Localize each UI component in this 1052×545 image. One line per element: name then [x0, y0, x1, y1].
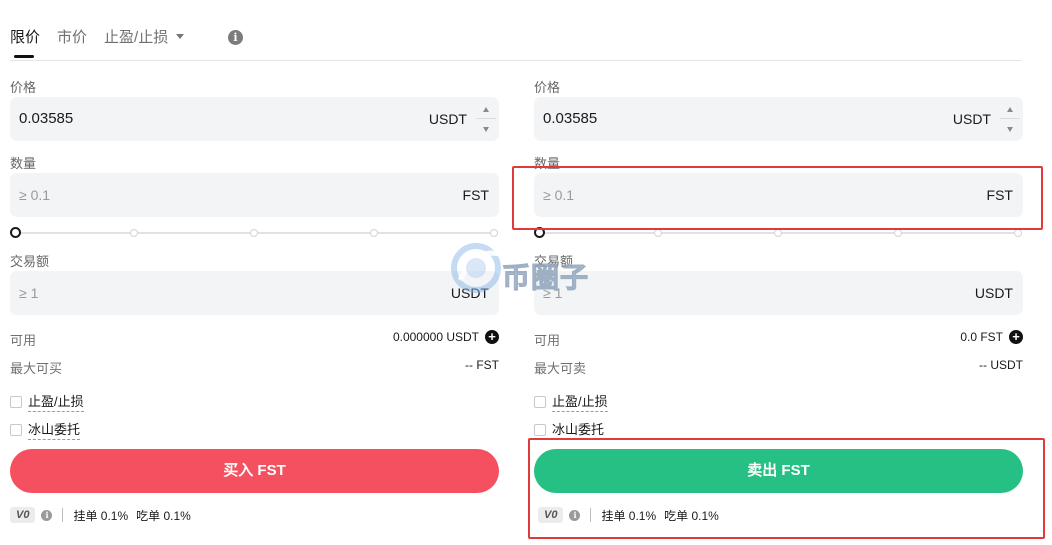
arrow-up-icon: [483, 106, 489, 112]
taker-fee: 吃单 0.1%: [136, 508, 191, 523]
slider-tick-75[interactable]: [370, 229, 378, 237]
fee-separator: [590, 508, 592, 522]
tpsl-checkbox[interactable]: 止盈/止损: [10, 391, 84, 412]
fee-separator: [62, 508, 64, 522]
amount-unit: FST: [986, 187, 1013, 203]
maker-fee: 挂单 0.1%: [601, 508, 657, 523]
total-input[interactable]: ≥ 1 USDT: [10, 271, 499, 315]
max-sell-label: 最大可卖: [534, 361, 587, 376]
fee-info: V0 i 挂单 0.1% 吃单 0.1%: [10, 506, 191, 524]
price-label: 价格: [534, 80, 561, 95]
checkbox-icon[interactable]: [10, 395, 22, 408]
slider-tick-50[interactable]: [250, 229, 258, 237]
price-stepper: [1000, 100, 1020, 138]
taker-fee: 吃单 0.1%: [664, 508, 719, 523]
price-stepper: [476, 100, 496, 138]
available-value: 0.000000 USDT: [392, 330, 479, 344]
fee-info: V0 i 挂单 0.1% 吃单 0.1%: [538, 506, 719, 524]
stepper-divider: [1000, 118, 1020, 119]
checkbox-icon[interactable]: [534, 423, 546, 436]
sell-button[interactable]: 卖出 FST: [534, 449, 1023, 493]
buy-button[interactable]: 买入 FST: [10, 449, 499, 493]
stepper-divider: [476, 118, 496, 119]
slider-handle[interactable]: [534, 227, 545, 238]
amount-placeholder: ≥ 0.1: [19, 187, 51, 203]
amount-slider[interactable]: [10, 226, 499, 240]
tpsl-checkbox-label: 止盈/止损: [28, 391, 84, 412]
max-buy-label: 最大可买: [10, 361, 63, 376]
amount-label: 数量: [534, 156, 561, 171]
vip-level-badge: V0: [10, 507, 36, 523]
available-label: 可用: [10, 333, 37, 348]
watermark-text: 币圈子: [501, 262, 590, 294]
iceberg-checkbox-label: 冰山委托: [28, 419, 81, 440]
slider-tick-100[interactable]: [490, 229, 498, 237]
slider-tick-25[interactable]: [130, 229, 138, 237]
iceberg-checkbox[interactable]: 冰山委托: [10, 419, 81, 440]
amount-placeholder: ≥ 0.1: [543, 187, 575, 203]
buy-panel: 价格 0.03585 USDT 数量 ≥ 0.1 FST 交易额 ≥ 1 USD…: [10, 0, 499, 545]
maker-fee: 挂单 0.1%: [73, 508, 129, 523]
arrow-down-icon: [1007, 126, 1013, 132]
tpsl-checkbox[interactable]: 止盈/止损: [534, 391, 608, 412]
slider-tick-75[interactable]: [894, 229, 902, 237]
iceberg-checkbox-label: 冰山委托: [552, 419, 605, 440]
price-unit: USDT: [952, 111, 991, 127]
amount-input[interactable]: ≥ 0.1 FST: [10, 173, 499, 217]
max-sell-value: -- USDT: [979, 358, 1023, 372]
available-value: 0.0 FST: [960, 330, 1003, 344]
price-unit: USDT: [428, 111, 467, 127]
amount-unit: FST: [462, 187, 489, 203]
increment-button[interactable]: [1000, 100, 1020, 118]
increment-button[interactable]: [476, 100, 496, 118]
tpsl-checkbox-label: 止盈/止损: [552, 391, 608, 412]
total-placeholder: ≥ 1: [19, 285, 39, 301]
info-icon[interactable]: i: [569, 509, 581, 521]
amount-input[interactable]: ≥ 0.1 FST: [534, 173, 1023, 217]
checkbox-icon[interactable]: [10, 423, 22, 436]
arrow-up-icon: [1007, 106, 1013, 112]
price-label: 价格: [10, 80, 37, 95]
decrement-button[interactable]: [1000, 120, 1020, 138]
price-input[interactable]: 0.03585 USDT: [10, 97, 499, 141]
amount-label: 数量: [10, 156, 37, 171]
price-value: 0.03585: [543, 110, 598, 127]
price-input[interactable]: 0.03585 USDT: [534, 97, 1023, 141]
iceberg-checkbox[interactable]: 冰山委托: [534, 419, 605, 440]
slider-tick-25[interactable]: [654, 229, 662, 237]
vip-level-badge: V0: [538, 507, 564, 523]
plus-circle-icon[interactable]: +: [1009, 330, 1023, 344]
available-value-group: 0.000000 USDT +: [393, 330, 499, 344]
price-value: 0.03585: [19, 110, 74, 127]
available-label: 可用: [534, 333, 561, 348]
sell-panel: 价格 0.03585 USDT 数量 ≥ 0.1 FST 交易额 ≥ 1 USD…: [534, 0, 1023, 545]
slider-handle[interactable]: [10, 227, 21, 238]
checkbox-icon[interactable]: [534, 395, 546, 408]
total-label: 交易额: [10, 254, 50, 269]
slider-tick-100[interactable]: [1014, 229, 1022, 237]
plus-circle-icon[interactable]: +: [485, 330, 499, 344]
watermark-logo-icon: [451, 243, 501, 293]
total-input[interactable]: ≥ 1 USDT: [534, 271, 1023, 315]
amount-slider[interactable]: [534, 226, 1023, 240]
available-value-group: 0.0 FST +: [960, 330, 1023, 344]
total-unit: USDT: [974, 285, 1013, 301]
decrement-button[interactable]: [476, 120, 496, 138]
info-icon[interactable]: i: [41, 509, 53, 521]
slider-tick-50[interactable]: [774, 229, 782, 237]
arrow-down-icon: [483, 126, 489, 132]
watermark: 币圈子: [450, 240, 600, 300]
max-buy-value: -- FST: [465, 358, 499, 372]
